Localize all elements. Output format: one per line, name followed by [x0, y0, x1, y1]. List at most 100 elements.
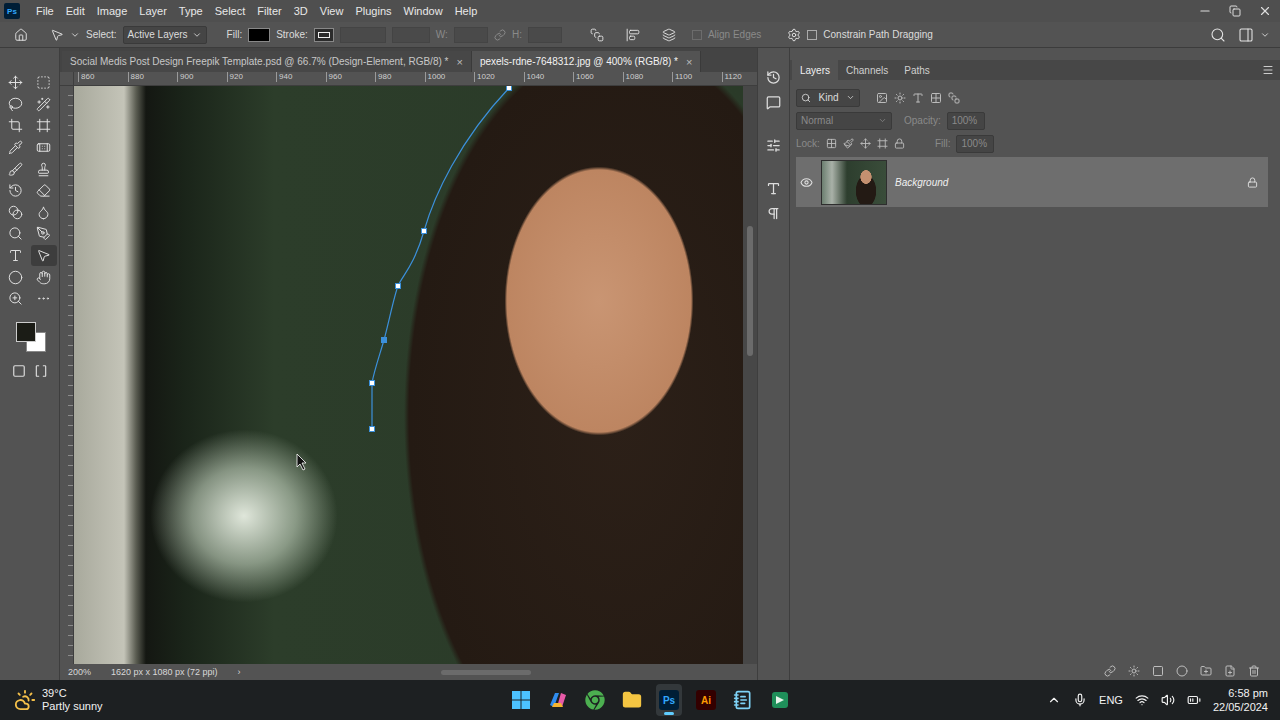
tool-button[interactable]	[31, 158, 57, 180]
constrain-checkbox[interactable]	[807, 30, 817, 40]
canvas-photo[interactable]	[74, 86, 743, 664]
chevron-down-icon[interactable]	[1260, 30, 1270, 40]
menu-item[interactable]: Type	[173, 3, 209, 19]
comments-icon[interactable]	[766, 95, 781, 110]
tool-button[interactable]	[3, 72, 29, 94]
foreground-color[interactable]	[16, 322, 36, 342]
menu-item[interactable]: Edit	[60, 3, 91, 19]
home-icon[interactable]	[14, 28, 28, 42]
tab-close[interactable]: ×	[456, 56, 462, 68]
document-tab[interactable]: Social Medis Post Design Freepik Templat…	[62, 51, 472, 72]
anchor-point[interactable]	[370, 381, 375, 386]
tool-button[interactable]	[3, 180, 29, 202]
panel-tab[interactable]: Paths	[896, 60, 938, 80]
menu-item[interactable]: Layer	[133, 3, 173, 19]
menu-item[interactable]: Plugins	[349, 3, 397, 19]
anchor-point[interactable]	[422, 229, 427, 234]
paragraph-icon[interactable]	[766, 206, 781, 221]
opacity-field[interactable]: 100%	[947, 112, 985, 130]
language-indicator[interactable]: ENG	[1099, 694, 1123, 706]
delete-layer-icon[interactable]	[1248, 665, 1260, 677]
eye-icon[interactable]	[800, 176, 813, 189]
menu-item[interactable]: View	[314, 3, 350, 19]
width-field[interactable]	[454, 27, 488, 43]
anchor-point[interactable]	[382, 338, 387, 343]
taskbar-app[interactable]	[545, 684, 571, 716]
quick-mask-icon[interactable]	[12, 364, 26, 378]
weather-widget[interactable]: 39°CPartly sunny	[14, 687, 214, 713]
path-operations-icon[interactable]	[590, 28, 604, 42]
layer-style-icon[interactable]	[1128, 665, 1140, 677]
clock[interactable]: 6:58 pm22/05/2024	[1213, 686, 1268, 714]
path-alignment-icon[interactable]	[626, 28, 640, 42]
lock-pixels-icon[interactable]	[843, 138, 854, 149]
tool-button[interactable]	[31, 180, 57, 202]
tool-button[interactable]	[31, 94, 57, 116]
menu-item[interactable]: Window	[398, 3, 449, 19]
adjustment-layer-icon[interactable]	[1176, 665, 1188, 677]
stroke-type-field[interactable]	[392, 27, 430, 43]
panel-tab[interactable]: Channels	[838, 60, 896, 80]
history-icon[interactable]	[766, 70, 781, 85]
stroke-width-field[interactable]	[340, 27, 386, 43]
layer-mask-icon[interactable]	[1152, 665, 1164, 677]
anchor-point[interactable]	[370, 427, 375, 432]
link-icon[interactable]	[494, 29, 506, 41]
tool-button[interactable]	[3, 94, 29, 116]
taskbar-app[interactable]	[508, 684, 534, 716]
status-arrow[interactable]: ›	[238, 667, 241, 677]
character-icon[interactable]	[766, 181, 781, 196]
tool-button[interactable]	[31, 245, 57, 267]
taskbar-app[interactable]	[730, 684, 756, 716]
fill-swatch[interactable]	[248, 28, 270, 42]
search-icon[interactable]	[1210, 27, 1226, 43]
menu-item[interactable]: Help	[449, 3, 484, 19]
taskbar-app[interactable]: Ai	[693, 684, 719, 716]
lock-transparency-icon[interactable]	[826, 138, 837, 149]
screen-mode-icon[interactable]	[34, 364, 48, 378]
menu-item[interactable]: Filter	[251, 3, 287, 19]
fill-field[interactable]: 100%	[956, 135, 994, 153]
filter-dropdown[interactable]: Kind	[796, 89, 860, 107]
tool-button[interactable]	[3, 137, 29, 159]
wifi-icon[interactable]	[1135, 693, 1149, 707]
tool-button[interactable]	[3, 115, 29, 137]
type-filter-icon[interactable]	[912, 92, 924, 104]
new-group-icon[interactable]	[1200, 665, 1212, 677]
tool-button[interactable]	[3, 245, 29, 267]
layer-row[interactable]: Background	[796, 157, 1268, 207]
path-arrangement-icon[interactable]	[662, 28, 676, 42]
tool-button[interactable]	[3, 266, 29, 288]
chevron-down-icon[interactable]	[70, 30, 80, 40]
anchor-point[interactable]	[507, 86, 512, 91]
align-edges-checkbox[interactable]	[692, 30, 702, 40]
chevron-up-icon[interactable]	[1047, 693, 1061, 707]
lock-icon[interactable]	[1247, 177, 1258, 188]
shape-filter-icon[interactable]	[930, 92, 942, 104]
pixel-filter-icon[interactable]	[876, 92, 888, 104]
height-field[interactable]	[528, 27, 562, 43]
taskbar-app[interactable]	[767, 684, 793, 716]
tool-button[interactable]	[3, 202, 29, 224]
menu-item[interactable]: Image	[91, 3, 134, 19]
layer-name[interactable]: Background	[895, 177, 1239, 188]
tool-button[interactable]	[3, 158, 29, 180]
tool-button[interactable]	[31, 202, 57, 224]
lock-position-icon[interactable]	[860, 138, 871, 149]
stroke-swatch[interactable]	[314, 28, 334, 42]
adjustment-filter-icon[interactable]	[894, 92, 906, 104]
tool-button[interactable]	[31, 72, 57, 94]
mic-icon[interactable]	[1073, 693, 1087, 707]
taskbar-app[interactable]: Ps	[656, 684, 682, 716]
panel-tab[interactable]: Layers	[792, 60, 838, 80]
close-button[interactable]	[1250, 0, 1280, 22]
document-tab[interactable]: pexels-rdne-7648312.jpg @ 400% (RGB/8) *…	[472, 51, 701, 72]
menu-item[interactable]: Select	[209, 3, 252, 19]
work-path[interactable]	[372, 88, 509, 429]
menu-item[interactable]: File	[30, 3, 60, 19]
smart-object-filter-icon[interactable]	[948, 92, 960, 104]
tool-button[interactable]	[31, 223, 57, 245]
menu-item[interactable]: 3D	[288, 3, 314, 19]
lock-all-icon[interactable]	[894, 138, 905, 149]
anchor-point[interactable]	[396, 284, 401, 289]
